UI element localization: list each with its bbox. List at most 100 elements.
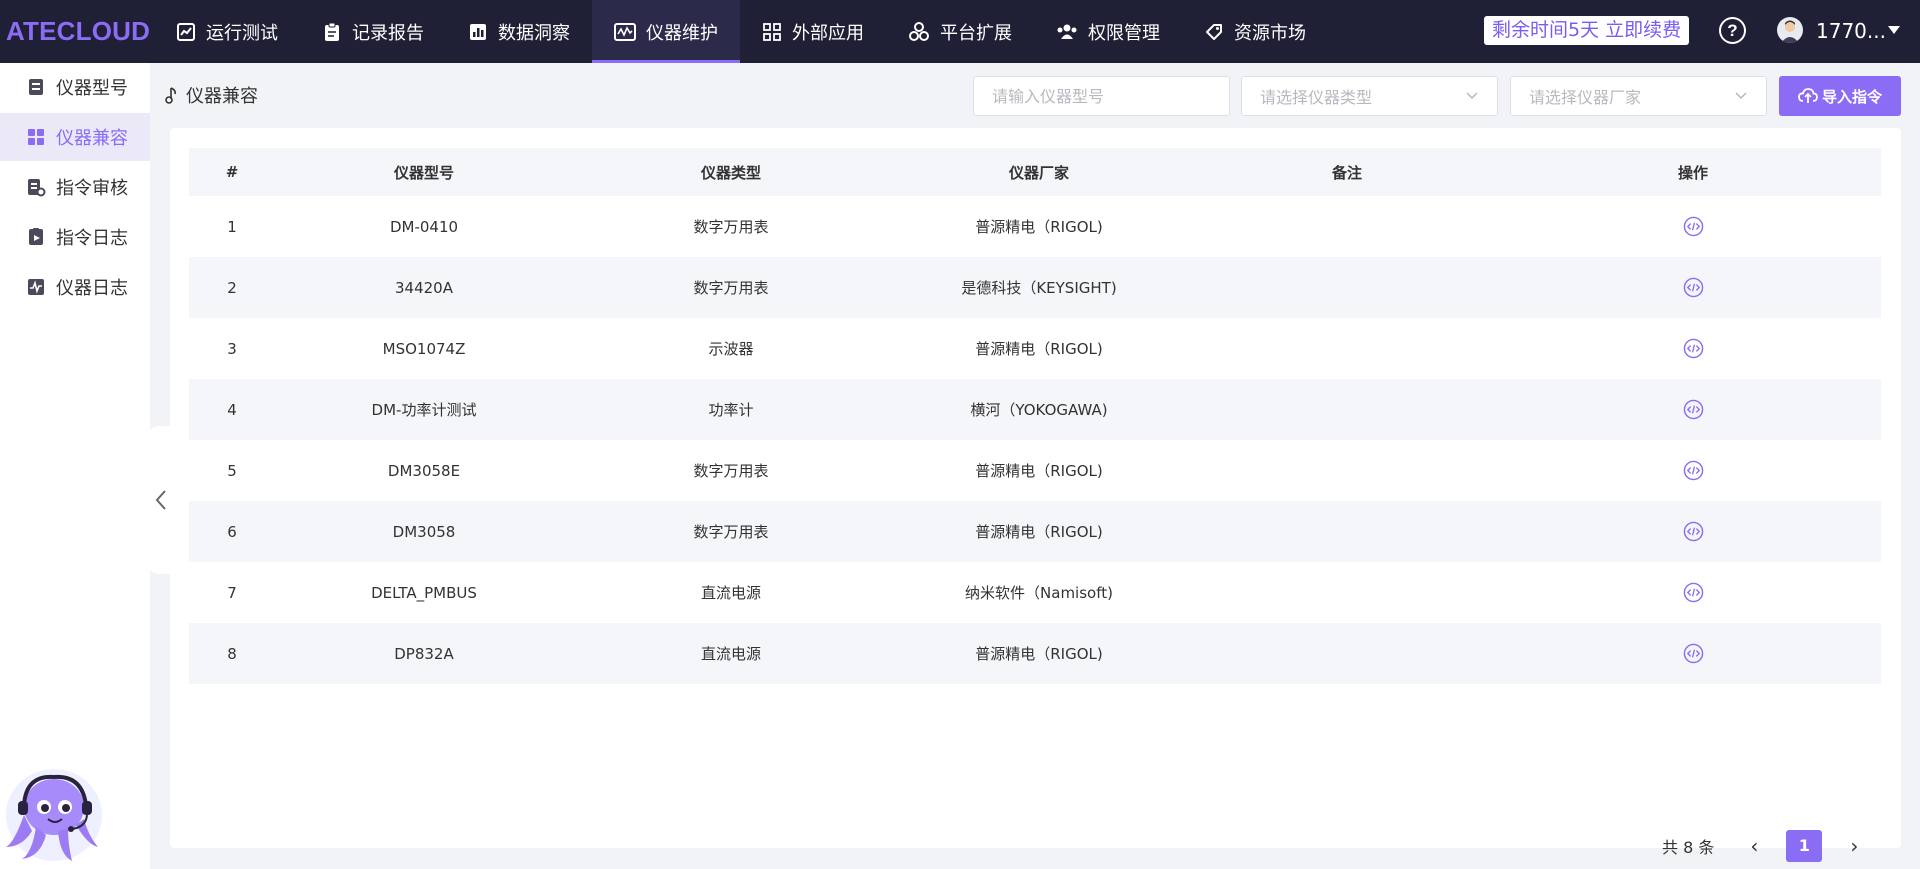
audit-icon [28, 179, 46, 197]
cell-type: 直流电源 [700, 645, 761, 663]
nav-item-permissions[interactable]: 权限管理 [1034, 0, 1182, 63]
col-header-index: # [225, 163, 239, 181]
code-icon[interactable] [1683, 521, 1704, 542]
cell-model: 34420A [395, 278, 453, 297]
code-icon[interactable] [1683, 216, 1704, 237]
pagination-page-1[interactable]: 1 [1786, 830, 1823, 862]
cell-type: 数字万用表 [693, 279, 769, 297]
cell-vendor: 普源精电（RIGOL) [975, 462, 1103, 480]
cell-op [1505, 582, 1881, 603]
model-icon [29, 79, 43, 95]
sidebar-item-instrument-log[interactable]: 仪器日志 [0, 263, 150, 311]
nav-item-data-insight[interactable]: 数据洞察 [446, 0, 592, 63]
cell-index: 4 [227, 400, 237, 419]
table-row: 7 DELTA_PMBUS 直流电源 纳米软件（Namisoft) [189, 562, 1881, 623]
cubes-icon [909, 21, 929, 41]
col-header-op: 操作 [1677, 163, 1708, 182]
app-logo[interactable]: ATECLOUD [0, 16, 154, 47]
renew-button[interactable]: 剩余时间5天 立即续费 [1484, 16, 1690, 45]
type-select[interactable]: 请选择仪器类型 [1241, 76, 1498, 116]
import-command-button[interactable]: 导入指令 [1779, 76, 1901, 116]
assistant-mascot-icon[interactable] [2, 765, 106, 865]
code-icon[interactable] [1683, 338, 1704, 359]
cell-index: 3 [227, 339, 237, 358]
vendor-select[interactable]: 请选择仪器厂家 [1510, 76, 1767, 116]
table-row: 5 DM3058E 数字万用表 普源精电（RIGOL) [189, 440, 1881, 501]
users-icon [1057, 24, 1077, 39]
sidebar: 仪器型号 仪器兼容 指令审核 指令日志 仪器日志 [0, 63, 150, 869]
code-icon[interactable] [1683, 643, 1704, 664]
table-row: 6 DM3058 数字万用表 普源精电（RIGOL) [189, 501, 1881, 562]
sidebar-item-command-audit[interactable]: 指令审核 [0, 163, 150, 211]
cell-vendor: 普源精电（RIGOL) [975, 218, 1103, 236]
cell-index: 5 [227, 461, 237, 480]
pagination-next-button[interactable]: › [1844, 834, 1864, 858]
nav-item-reports[interactable]: 记录报告 [300, 0, 446, 63]
avatar[interactable] [1777, 17, 1803, 43]
nav-item-resource-market[interactable]: 资源市场 [1182, 0, 1328, 63]
help-icon[interactable]: ? [1719, 17, 1746, 44]
cell-index: 1 [227, 217, 237, 236]
nav-item-label: 资源市场 [1234, 22, 1306, 44]
model-search-input[interactable] [992, 86, 1211, 106]
cell-vendor: 纳米软件（Namisoft) [965, 584, 1113, 602]
cell-model: DM-功率计测试 [371, 401, 477, 419]
table-row: 3 MSO1074Z 示波器 普源精电（RIGOL) [189, 318, 1881, 379]
nav-item-run-test[interactable]: 运行测试 [154, 0, 300, 63]
nav-item-label: 记录报告 [352, 22, 424, 44]
chevron-down-icon[interactable] [1888, 26, 1900, 34]
cell-model: DELTA_PMBUS [371, 583, 477, 602]
table-row: 8 DP832A 直流电源 普源精电（RIGOL) [189, 623, 1881, 684]
main-nav: 运行测试 记录报告 数据洞察 仪器维护 外部应用 平台扩展 权限管理 资源市场 [154, 0, 1328, 63]
cell-index: 2 [227, 278, 237, 297]
code-icon[interactable] [1683, 460, 1704, 481]
nav-item-external-apps[interactable]: 外部应用 [740, 0, 886, 63]
grid-icon [763, 22, 781, 41]
cell-op [1505, 643, 1881, 664]
type-select-placeholder: 请选择仪器类型 [1260, 88, 1373, 107]
compat-icon [28, 129, 44, 145]
music-note-icon [165, 87, 176, 104]
cell-type: 数字万用表 [693, 462, 769, 480]
sidebar-item-label: 指令日志 [56, 228, 128, 249]
code-icon[interactable] [1683, 277, 1704, 298]
sidebar-item-command-log[interactable]: 指令日志 [0, 213, 150, 261]
pagination-total: 共 8 条 [1662, 838, 1715, 857]
table-row: 2 34420A 数字万用表 是德科技（KEYSIGHT) [189, 257, 1881, 318]
sidebar-item-label: 仪器日志 [56, 278, 128, 299]
chevron-down-icon [1735, 92, 1747, 100]
cell-type: 示波器 [708, 340, 754, 358]
nav-item-instrument-maintenance[interactable]: 仪器维护 [592, 0, 740, 63]
table-header: # 仪器型号 仪器类型 仪器厂家 备注 操作 [189, 148, 1881, 196]
cell-type: 直流电源 [700, 584, 761, 602]
code-icon[interactable] [1683, 399, 1704, 420]
clipboard-icon [325, 22, 339, 41]
bar-chart-icon [470, 23, 486, 40]
model-search-field[interactable] [973, 76, 1230, 116]
cell-op [1505, 460, 1881, 481]
cell-model: DM3058E [387, 461, 461, 480]
sidebar-item-instrument-models[interactable]: 仪器型号 [0, 63, 150, 111]
code-icon[interactable] [1683, 582, 1704, 603]
pagination-prev-button[interactable]: ‹ [1744, 834, 1764, 858]
nav-item-label: 运行测试 [206, 22, 278, 44]
cell-op [1505, 399, 1881, 420]
nav-item-label: 仪器维护 [646, 22, 718, 44]
table-row: 4 DM-功率计测试 功率计 横河（YOKOGAWA) [189, 379, 1881, 440]
cell-op [1505, 277, 1881, 298]
cell-index: 6 [227, 522, 237, 541]
nav-item-platform-extension[interactable]: 平台扩展 [886, 0, 1034, 63]
top-navbar: ATECLOUD 运行测试 记录报告 数据洞察 仪器维护 外部应用 平台扩展 权… [0, 0, 1920, 63]
nav-item-label: 权限管理 [1088, 22, 1160, 44]
user-name[interactable]: 1770... [1816, 19, 1886, 43]
cell-type: 功率计 [708, 401, 754, 419]
table-card: # 仪器型号 仪器类型 仪器厂家 备注 操作 1 DM-0410 数字万用表 普… [170, 128, 1901, 848]
oscilloscope-icon [614, 22, 636, 41]
chevron-down-icon [1466, 92, 1478, 100]
cell-type: 数字万用表 [693, 523, 769, 541]
chevron-left-icon [155, 490, 166, 510]
cell-vendor: 普源精电（RIGOL) [975, 645, 1103, 663]
sidebar-item-label: 仪器型号 [56, 78, 128, 99]
sidebar-item-instrument-compat[interactable]: 仪器兼容 [0, 113, 150, 161]
cell-vendor: 普源精电（RIGOL) [975, 523, 1103, 541]
